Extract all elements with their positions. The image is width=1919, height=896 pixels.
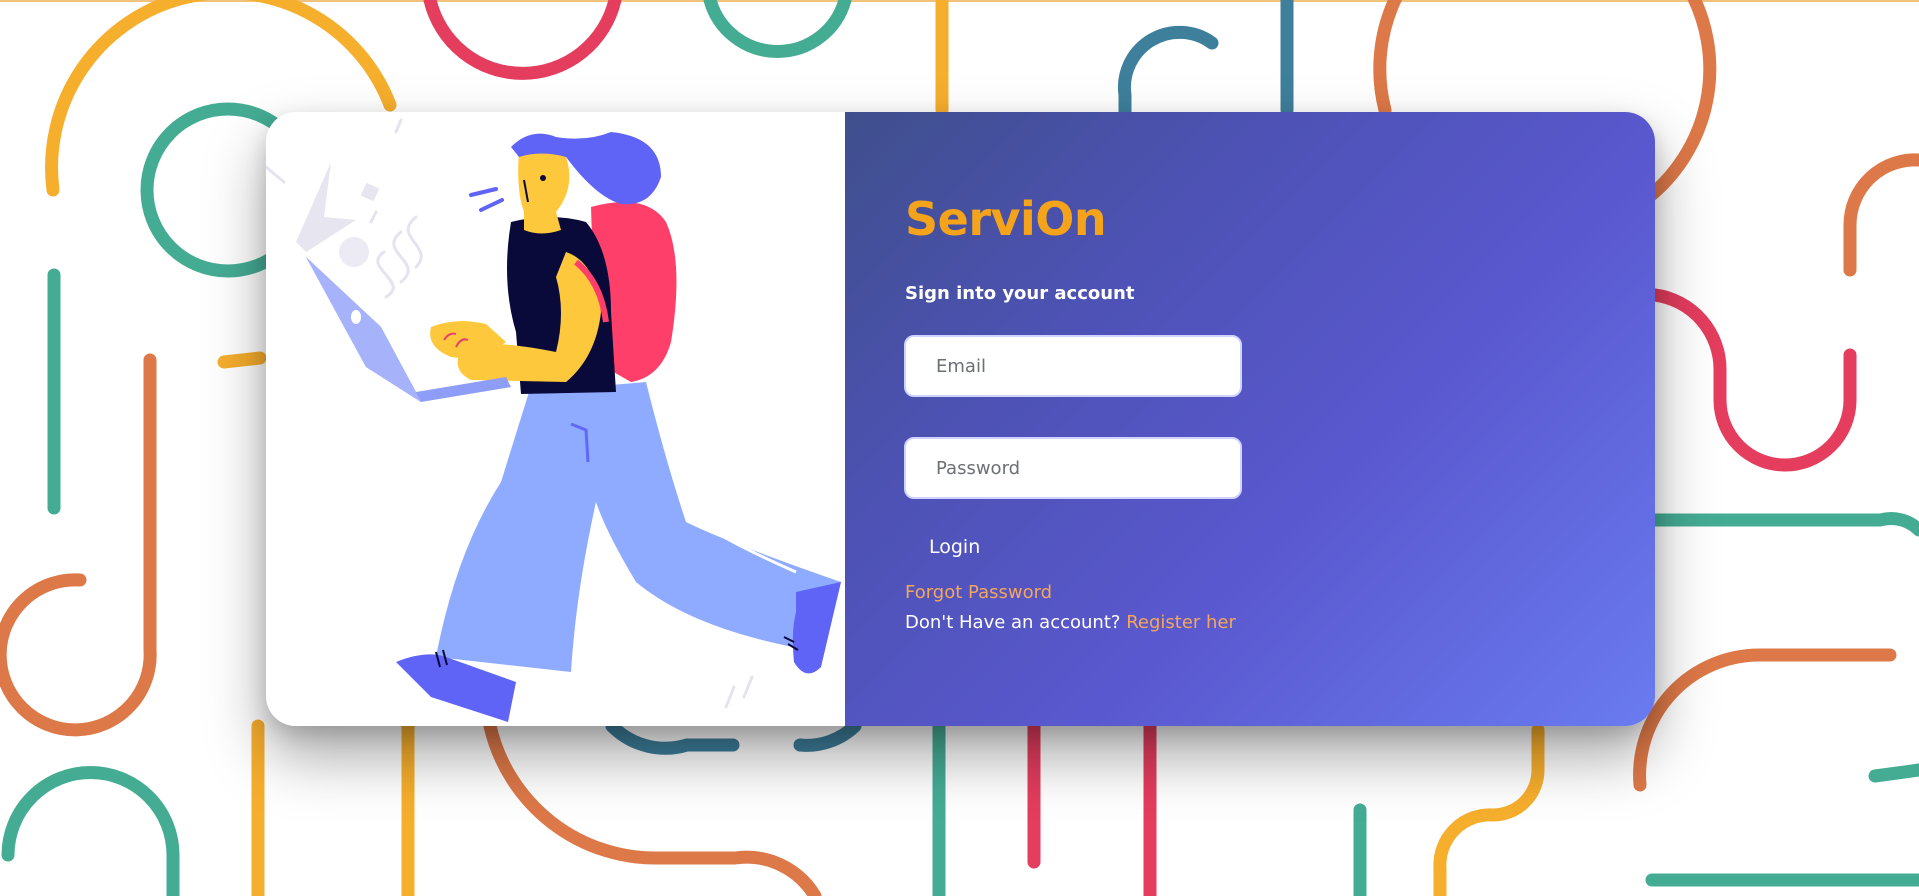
forgot-password-link[interactable]: Forgot Password	[905, 582, 1052, 603]
sign-in-subtitle: Sign into your account	[905, 283, 1135, 304]
illustration-panel	[266, 112, 845, 726]
login-card: ServiOn Sign into your account Login For…	[266, 112, 1655, 726]
register-row: Don't Have an account? Register her	[905, 612, 1236, 633]
brand-title: ServiOn	[905, 192, 1107, 246]
register-prompt: Don't Have an account?	[905, 612, 1121, 633]
login-panel: ServiOn Sign into your account Login For…	[845, 112, 1655, 726]
register-link[interactable]: Register her	[1126, 612, 1236, 633]
email-input[interactable]	[904, 335, 1242, 397]
person-laptop-illustration	[266, 118, 841, 722]
password-input[interactable]	[904, 437, 1242, 499]
login-button[interactable]: Login	[929, 536, 980, 558]
